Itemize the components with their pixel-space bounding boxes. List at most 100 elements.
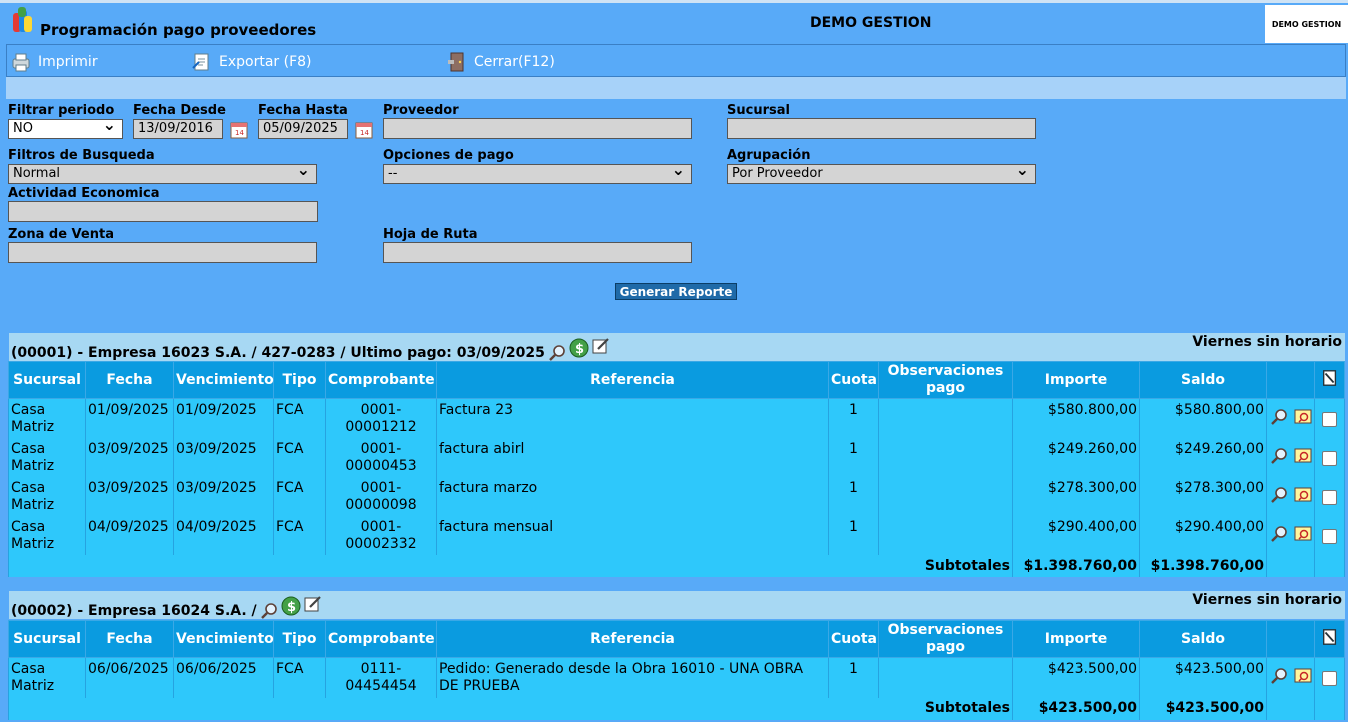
payment-options-label: Opciones de pago	[383, 148, 514, 163]
select-all-icon[interactable]	[1321, 629, 1339, 650]
cell-importe: $278.300,00	[1012, 477, 1140, 516]
grouping-select[interactable]: Por Proveedor	[727, 160, 1036, 184]
cell-cuota: 1	[828, 657, 879, 698]
close-label: Cerrar(F12)	[474, 54, 555, 70]
row-checkbox[interactable]	[1322, 451, 1337, 466]
group-header: (00001) - Empresa 16023 S.A. / 427-0283 …	[9, 333, 1345, 361]
company-name: DEMO GESTION	[810, 15, 932, 31]
detail-icon[interactable]	[1293, 407, 1313, 427]
edit-icon[interactable]	[303, 594, 323, 614]
row-checkbox[interactable]	[1322, 412, 1337, 427]
separator-bar	[6, 77, 1346, 99]
print-label: Imprimir	[38, 54, 98, 70]
cell-tipo: FCA	[273, 438, 326, 477]
from-date-value: 13/09/2016	[138, 121, 213, 136]
column-header: Vencimiento	[173, 361, 274, 399]
print-button[interactable]: Imprimir	[10, 51, 98, 73]
svg-text:14: 14	[235, 129, 244, 137]
row-checkbox[interactable]	[1322, 490, 1337, 505]
branch-input[interactable]	[727, 118, 1036, 139]
invoices-table: Sucursal Fecha Vencimiento Tipo Comprobante R…	[8, 620, 1345, 720]
subtotal-empty	[1314, 697, 1345, 720]
cell-select	[1314, 516, 1345, 555]
view-magnifier-icon[interactable]	[1269, 524, 1289, 544]
from-date-input[interactable]: 13/09/2016	[133, 119, 223, 139]
subtotal-saldo: $423.500,00	[1139, 697, 1267, 720]
route-label: Hoja de Ruta	[383, 227, 478, 242]
cell-observaciones	[878, 516, 1013, 555]
detail-icon[interactable]	[1293, 666, 1313, 686]
grouping-value: Por Proveedor	[732, 166, 823, 181]
view-magnifier-icon[interactable]	[1269, 666, 1289, 686]
payment-dollar-icon[interactable]: $	[569, 338, 589, 358]
actions-header	[1266, 361, 1315, 399]
row-checkbox[interactable]	[1322, 671, 1337, 686]
cell-comprobante: 0001-00002332	[325, 516, 437, 555]
column-header: Cuota	[828, 361, 879, 399]
detail-icon[interactable]	[1293, 485, 1313, 505]
zone-label: Zona de Venta	[8, 227, 114, 242]
detail-icon[interactable]	[1293, 524, 1313, 544]
cell-fecha: 06/06/2025	[85, 657, 174, 698]
column-header: Importe	[1012, 620, 1140, 658]
select-all-header[interactable]	[1314, 620, 1345, 658]
select-all-icon[interactable]	[1321, 370, 1339, 391]
group-header: (00002) - Empresa 16024 S.A. / $ Viernes s…	[9, 591, 1345, 619]
period-value: NO	[13, 121, 33, 136]
cell-referencia: factura mensual	[436, 516, 829, 555]
page-title: Programación pago proveedores	[40, 21, 317, 39]
view-magnifier-icon[interactable]	[1269, 407, 1289, 427]
view-magnifier-icon[interactable]	[1269, 446, 1289, 466]
close-button[interactable]: Cerrar(F12)	[446, 51, 555, 73]
search-icon[interactable]	[547, 343, 567, 363]
subtotal-importe: $423.500,00	[1012, 697, 1140, 720]
table-row: Casa Matriz 04/09/2025 04/09/2025 FCA 0001-0…	[8, 516, 1345, 555]
cell-comprobante: 0001-00000098	[325, 477, 437, 516]
generate-report-button[interactable]: Generar Reporte	[615, 283, 737, 300]
export-button[interactable]: Exportar (F8)	[191, 51, 312, 73]
cell-sucursal: Casa Matriz	[8, 477, 86, 516]
cell-referencia: Pedido: Generado desde la Obra 16010 - U…	[436, 657, 829, 698]
period-select[interactable]: NO	[8, 115, 123, 139]
cell-observaciones	[878, 657, 1013, 698]
cell-vencimiento: 06/06/2025	[173, 657, 274, 698]
app-logo-icon	[13, 7, 32, 32]
payment-dollar-icon[interactable]: $	[281, 596, 301, 616]
search-filter-select[interactable]: Normal	[8, 160, 317, 184]
brand-logo: DEMO GESTION	[1265, 5, 1348, 43]
svg-text:$: $	[575, 342, 584, 357]
column-header: Referencia	[436, 620, 829, 658]
view-magnifier-icon[interactable]	[1269, 485, 1289, 505]
cell-tipo: FCA	[273, 657, 326, 698]
invoices-table: Sucursal Fecha Vencimiento Tipo Comprobante R…	[8, 361, 1345, 577]
select-all-header[interactable]	[1314, 361, 1345, 399]
cell-select	[1314, 657, 1345, 698]
zone-input[interactable]	[8, 242, 317, 263]
search-icon[interactable]	[259, 601, 279, 621]
from-calendar-icon[interactable]: 14	[229, 119, 251, 141]
cell-fecha: 03/09/2025	[85, 477, 174, 516]
to-date-input[interactable]: 05/09/2025	[258, 119, 348, 139]
subtotal-row: Subtotales $1.398.760,00 $1.398.760,00	[8, 555, 1345, 577]
column-header: Fecha	[85, 361, 174, 399]
payment-options-select[interactable]: --	[383, 160, 692, 184]
subtotal-row: Subtotales $423.500,00 $423.500,00	[8, 697, 1345, 720]
svg-text:14: 14	[360, 129, 369, 137]
cell-actions	[1266, 438, 1315, 477]
cell-referencia: factura abirl	[436, 438, 829, 477]
activity-input[interactable]	[8, 201, 318, 222]
supplier-input[interactable]	[383, 118, 692, 139]
cell-referencia: Factura 23	[436, 398, 829, 438]
edit-icon[interactable]	[591, 336, 611, 356]
row-checkbox[interactable]	[1322, 529, 1337, 544]
to-calendar-icon[interactable]: 14	[354, 119, 376, 141]
route-input[interactable]	[383, 242, 692, 263]
exit-door-icon	[448, 52, 464, 72]
search-filter-value: Normal	[13, 166, 61, 181]
cell-tipo: FCA	[273, 398, 326, 438]
detail-icon[interactable]	[1293, 446, 1313, 466]
cell-select	[1314, 398, 1345, 438]
export-label: Exportar (F8)	[219, 54, 312, 70]
column-header: Comprobante	[325, 620, 437, 658]
cell-vencimiento: 04/09/2025	[173, 516, 274, 555]
